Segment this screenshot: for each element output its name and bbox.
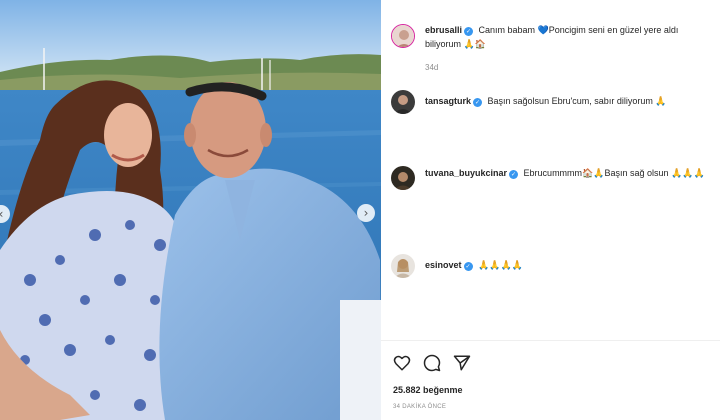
comment-body-2: Başın sağ olsun	[604, 168, 672, 178]
avatar-esinovet	[391, 254, 415, 278]
avatar[interactable]	[391, 90, 415, 114]
post-image	[0, 0, 381, 420]
post-photo: ‹ ›	[0, 0, 381, 420]
caption-username[interactable]: ebrusalli	[425, 25, 462, 35]
likes-label: beğenme	[423, 385, 463, 395]
verified-badge-icon: ✓	[463, 262, 473, 271]
comment-emojis: 🙏🙏🙏	[671, 169, 705, 179]
comment-emojis: 🙏	[655, 97, 667, 107]
comment-item: esinovet ✓ 🙏🙏🙏🙏	[391, 254, 715, 278]
likes-count[interactable]: 25.882 beğenme	[393, 385, 463, 395]
caption-text-part1: Canım babam	[478, 25, 538, 35]
comment-item: tansagturk ✓ Başın sağolsun Ebru'cum, sab…	[391, 90, 715, 114]
caption-time: 34d	[425, 63, 439, 72]
comment-icon[interactable]	[423, 354, 441, 372]
comment-text: tuvana_buyukcinar ✓ Ebrucummmm🏠🙏Başın sağ…	[425, 166, 715, 181]
verified-badge-icon: ✓	[464, 27, 474, 36]
comment-emojis: 🙏🙏🙏🙏	[478, 261, 523, 271]
heart-icon[interactable]	[393, 354, 411, 372]
comment-username[interactable]: tuvana_buyukcinar	[425, 168, 507, 178]
next-photo-button[interactable]: ›	[357, 204, 375, 222]
avatar-ebrusalli	[392, 25, 414, 47]
post-time-ago: 34 DAKİKA ÖNCE	[393, 404, 447, 410]
blue-heart-emoji: 💙	[537, 26, 549, 36]
avatar-tansagturk	[391, 90, 415, 114]
post-actions	[393, 354, 471, 372]
avatar[interactable]	[391, 166, 415, 190]
verified-badge-icon: ✓	[473, 98, 483, 107]
comment-item: tuvana_buyukcinar ✓ Ebrucummmm🏠🙏Başın sağ…	[391, 166, 715, 190]
comment-body: Ebrucummmm	[523, 168, 583, 178]
avatar-tuvana	[391, 166, 415, 190]
post-caption: ebrusalli ✓ Canım babam 💙Poncigim seni en…	[391, 24, 715, 52]
comment-emojis-mid: 🏠🙏	[582, 169, 605, 179]
likes-number: 25.882	[393, 385, 421, 395]
caption-text: ebrusalli ✓ Canım babam 💙Poncigim seni en…	[425, 24, 715, 52]
post-side-panel: ebrusalli ✓ Canım babam 💙Poncigim seni en…	[381, 0, 720, 420]
comment-username[interactable]: tansagturk	[425, 96, 471, 106]
caption-emojis: 🙏🏠	[463, 40, 486, 50]
comment-text: tansagturk ✓ Başın sağolsun Ebru'cum, sab…	[425, 90, 715, 109]
share-icon[interactable]	[453, 354, 471, 372]
comment-text: esinovet ✓ 🙏🙏🙏🙏	[425, 254, 715, 273]
comment-body: Başın sağolsun Ebru'cum, sabır diliyorum	[487, 96, 656, 106]
avatar[interactable]	[391, 24, 415, 48]
comment-username[interactable]: esinovet	[425, 260, 462, 270]
verified-badge-icon: ✓	[509, 170, 519, 179]
divider	[381, 340, 720, 341]
avatar[interactable]	[391, 254, 415, 278]
